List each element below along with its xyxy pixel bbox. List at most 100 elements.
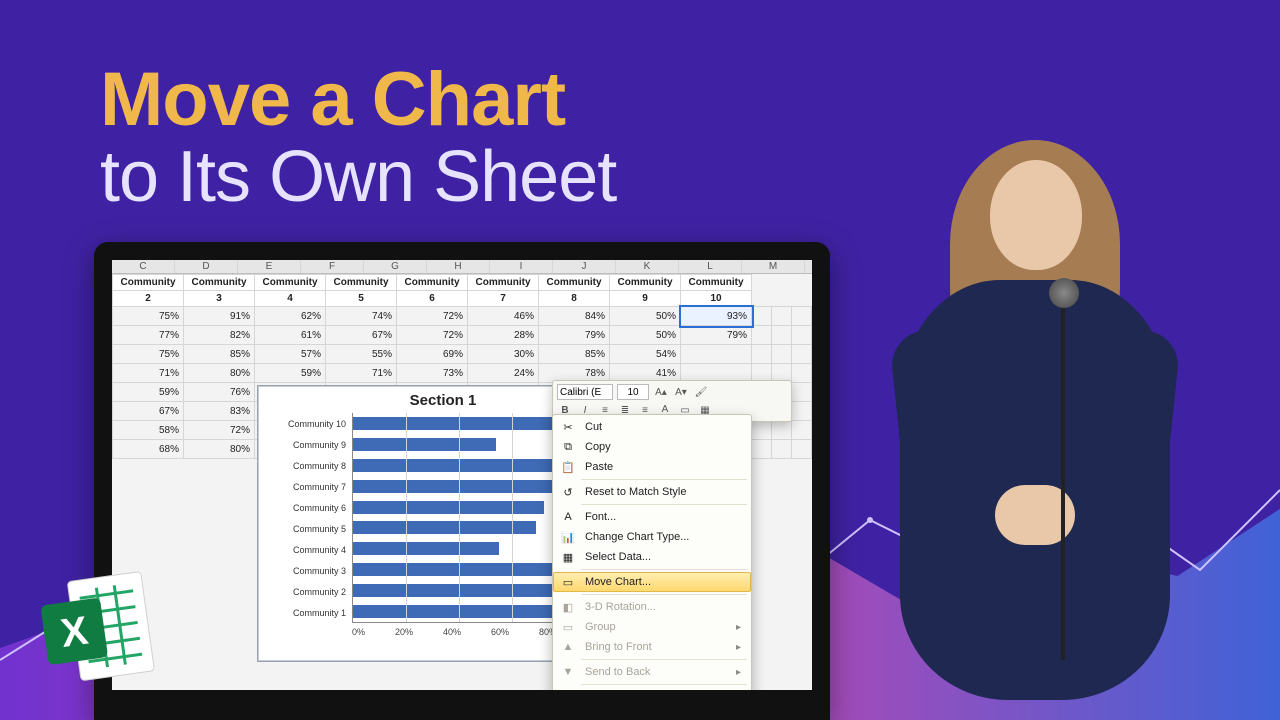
column-subheader[interactable]: 6 bbox=[397, 291, 468, 307]
column-letter[interactable]: M bbox=[742, 260, 805, 273]
column-subheader[interactable]: 2 bbox=[113, 291, 184, 307]
table-cell[interactable]: 68% bbox=[113, 440, 184, 459]
table-cell[interactable] bbox=[772, 440, 792, 459]
column-subheader[interactable]: 4 bbox=[255, 291, 326, 307]
table-cell[interactable]: 85% bbox=[539, 345, 610, 364]
menu-item-reset-to-match-style[interactable]: ↺Reset to Match Style bbox=[553, 482, 751, 502]
table-cell[interactable]: 69% bbox=[397, 345, 468, 364]
table-cell[interactable]: 28% bbox=[468, 326, 539, 345]
column-header[interactable]: Community bbox=[184, 275, 255, 291]
table-cell[interactable]: 91% bbox=[184, 307, 255, 326]
table-cell[interactable]: 71% bbox=[326, 364, 397, 383]
column-letter[interactable]: F bbox=[301, 260, 364, 273]
table-cell[interactable]: 57% bbox=[255, 345, 326, 364]
table-cell[interactable]: 74% bbox=[326, 307, 397, 326]
table-cell[interactable] bbox=[792, 345, 812, 364]
table-cell[interactable]: 46% bbox=[468, 307, 539, 326]
table-cell[interactable] bbox=[772, 421, 792, 440]
table-cell[interactable]: 71% bbox=[113, 364, 184, 383]
column-header[interactable]: Community bbox=[468, 275, 539, 291]
column-letter[interactable]: K bbox=[616, 260, 679, 273]
table-cell[interactable]: 75% bbox=[113, 307, 184, 326]
table-cell[interactable] bbox=[752, 345, 772, 364]
column-header[interactable]: Community bbox=[610, 275, 681, 291]
table-cell[interactable]: 77% bbox=[113, 326, 184, 345]
table-cell[interactable]: 50% bbox=[610, 326, 681, 345]
column-letter[interactable]: N bbox=[805, 260, 830, 273]
font-size-input[interactable] bbox=[617, 384, 649, 400]
table-cell[interactable]: 82% bbox=[184, 326, 255, 345]
table-cell[interactable] bbox=[792, 402, 812, 421]
column-header[interactable]: Community bbox=[397, 275, 468, 291]
table-cell[interactable]: 67% bbox=[326, 326, 397, 345]
menu-item-cut[interactable]: ✂Cut bbox=[553, 417, 751, 437]
table-cell[interactable]: 24% bbox=[468, 364, 539, 383]
table-cell[interactable] bbox=[792, 326, 812, 345]
table-cell[interactable]: 80% bbox=[184, 440, 255, 459]
menu-item-assign-macro[interactable]: ⚙Assign Macro... bbox=[553, 687, 751, 707]
table-cell[interactable]: 58% bbox=[113, 421, 184, 440]
column-letter[interactable]: J bbox=[553, 260, 616, 273]
menu-item-copy[interactable]: ⧉Copy bbox=[553, 437, 751, 457]
column-subheader[interactable]: 7 bbox=[468, 291, 539, 307]
column-subheader[interactable]: 10 bbox=[681, 291, 752, 307]
table-cell[interactable]: 79% bbox=[539, 326, 610, 345]
table-cell[interactable] bbox=[792, 421, 812, 440]
table-cell[interactable]: 62% bbox=[255, 307, 326, 326]
table-cell[interactable]: 73% bbox=[397, 364, 468, 383]
table-cell[interactable]: 30% bbox=[468, 345, 539, 364]
menu-item-paste[interactable]: 📋Paste bbox=[553, 457, 751, 477]
table-cell[interactable] bbox=[772, 345, 792, 364]
table-cell[interactable] bbox=[772, 326, 792, 345]
column-letter[interactable]: D bbox=[175, 260, 238, 273]
table-cell[interactable]: 67% bbox=[113, 402, 184, 421]
menu-item-format-chart-area[interactable]: 🖉Format Chart Area... bbox=[553, 707, 751, 720]
table-cell[interactable] bbox=[792, 383, 812, 402]
column-subheader[interactable]: 9 bbox=[610, 291, 681, 307]
column-header[interactable]: Community bbox=[255, 275, 326, 291]
table-cell[interactable]: 55% bbox=[326, 345, 397, 364]
column-header[interactable]: Community bbox=[326, 275, 397, 291]
table-cell[interactable]: 50% bbox=[610, 307, 681, 326]
menu-item-change-chart-type[interactable]: 📊Change Chart Type... bbox=[553, 527, 751, 547]
column-subheader[interactable]: 3 bbox=[184, 291, 255, 307]
table-cell[interactable]: 80% bbox=[184, 364, 255, 383]
table-cell[interactable]: 83% bbox=[184, 402, 255, 421]
table-cell[interactable]: 76% bbox=[184, 383, 255, 402]
chart-context-menu[interactable]: ✂Cut⧉Copy📋Paste ↺Reset to Match Style AFon… bbox=[552, 414, 752, 720]
table-cell[interactable] bbox=[772, 307, 792, 326]
column-subheader[interactable]: 8 bbox=[539, 291, 610, 307]
table-cell[interactable] bbox=[792, 440, 812, 459]
column-letter[interactable]: L bbox=[679, 260, 742, 273]
column-letter[interactable]: C bbox=[112, 260, 175, 273]
column-header[interactable]: Community bbox=[113, 275, 184, 291]
decrease-font-icon[interactable]: A▾ bbox=[673, 384, 689, 400]
column-letter[interactable]: H bbox=[427, 260, 490, 273]
table-cell[interactable]: 54% bbox=[610, 345, 681, 364]
table-cell[interactable]: 84% bbox=[539, 307, 610, 326]
table-cell[interactable]: 79% bbox=[681, 326, 752, 345]
font-name-input[interactable] bbox=[557, 384, 613, 400]
table-cell[interactable]: 61% bbox=[255, 326, 326, 345]
column-subheader[interactable]: 5 bbox=[326, 291, 397, 307]
table-cell[interactable] bbox=[752, 326, 772, 345]
menu-item-select-data[interactable]: ▦Select Data... bbox=[553, 547, 751, 567]
table-cell[interactable]: 59% bbox=[113, 383, 184, 402]
column-letter[interactable]: G bbox=[364, 260, 427, 273]
table-cell[interactable]: 85% bbox=[184, 345, 255, 364]
table-cell[interactable]: 93% bbox=[681, 307, 752, 326]
column-header[interactable]: Community bbox=[539, 275, 610, 291]
table-cell[interactable] bbox=[752, 440, 772, 459]
format-painter-icon[interactable]: 🖌 bbox=[693, 384, 709, 400]
table-cell[interactable] bbox=[752, 421, 772, 440]
table-cell[interactable] bbox=[681, 345, 752, 364]
increase-font-icon[interactable]: A▴ bbox=[653, 384, 669, 400]
table-cell[interactable] bbox=[792, 364, 812, 383]
table-cell[interactable]: 59% bbox=[255, 364, 326, 383]
menu-item-font[interactable]: AFont... bbox=[553, 507, 751, 527]
column-letter[interactable]: E bbox=[238, 260, 301, 273]
menu-item-move-chart[interactable]: ▭Move Chart... bbox=[553, 572, 751, 592]
column-letter[interactable]: I bbox=[490, 260, 553, 273]
column-header[interactable]: Community bbox=[681, 275, 752, 291]
table-cell[interactable]: 72% bbox=[397, 307, 468, 326]
